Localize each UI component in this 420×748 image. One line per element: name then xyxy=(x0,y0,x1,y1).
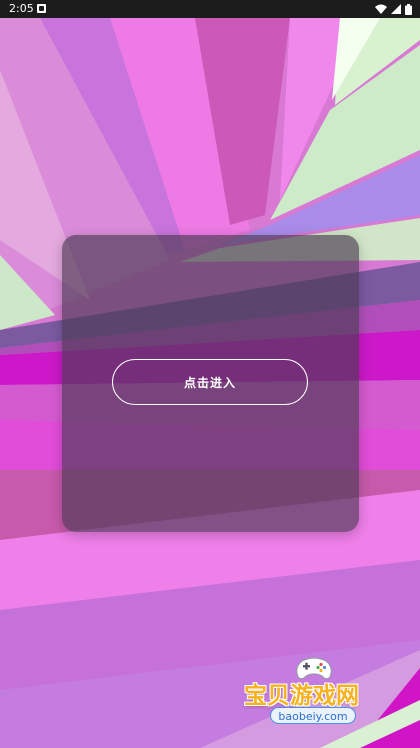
enter-button[interactable]: 点击进入 xyxy=(112,359,308,405)
site-watermark: 宝贝游戏网 baobeiy.com xyxy=(238,650,388,730)
entry-card: 点击进入 xyxy=(62,235,359,532)
status-time: 2:05 xyxy=(9,2,34,15)
app-notification-icon xyxy=(37,4,46,13)
watermark-domain: baobeiy.com xyxy=(270,707,356,724)
signal-icon xyxy=(391,4,401,14)
watermark-title: 宝贝游戏网 xyxy=(244,683,359,709)
battery-icon xyxy=(405,3,412,15)
status-indicators xyxy=(375,3,412,15)
status-bar: 2:05 xyxy=(0,0,420,18)
wifi-icon xyxy=(375,4,387,14)
